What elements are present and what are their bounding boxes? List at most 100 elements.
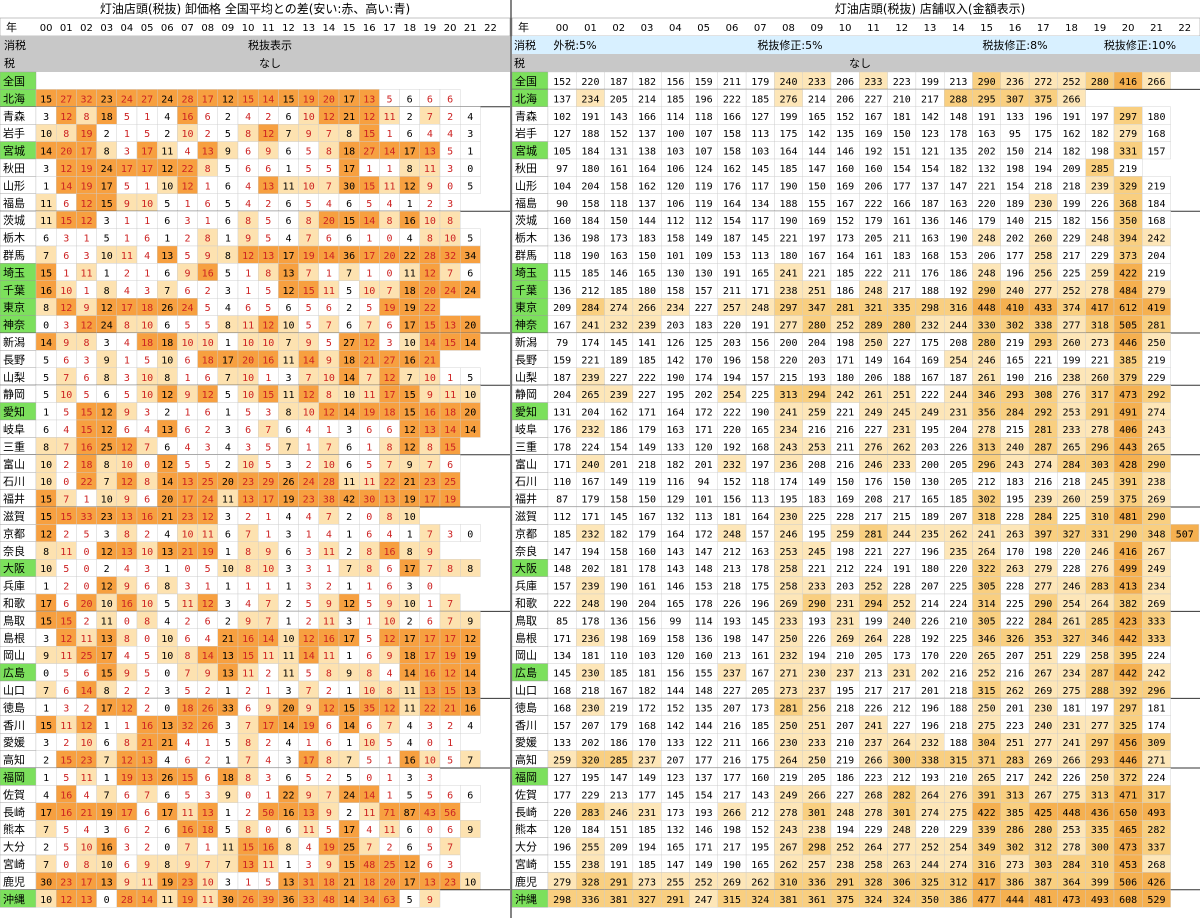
right-cell-value: 188 [949,703,967,714]
left-cell-value: 4 [285,512,291,523]
right-cell-value: 122 [695,738,713,749]
right-cell-value: 169 [921,355,939,366]
left-cell-value: 26 [242,895,254,906]
left-cell-value: 7 [447,599,453,610]
right-cell-value: 171 [836,355,854,366]
right-cell-value: 237 [638,756,656,767]
right-cell-value: 277 [1063,321,1081,332]
right-cell-value: 135 [695,703,713,714]
left-cell-value: 9 [63,338,69,349]
left-pref-label: 新潟 [3,335,25,349]
left-cell-value: 15 [40,512,52,523]
right-cell-value: 428 [1119,460,1137,471]
left-cell-value: 8 [164,582,170,593]
left-cell-value: 21 [363,355,375,366]
left-cell-value: 3 [447,529,453,540]
right-cell-value: 120 [666,181,684,192]
left-cell-value: 7 [326,512,332,523]
right-cell-value: 114 [666,112,684,123]
left-cell-value: 12 [363,112,375,123]
left-cell-value: 24 [161,94,173,105]
right-cell-value: 175 [921,338,939,349]
right-cell-value: 134 [553,651,571,662]
right-cell-value: 194 [836,825,854,836]
left-cell-value: 1 [366,582,372,593]
left-cell-value: 9 [124,495,130,506]
right-cell-value: 256 [1034,268,1052,279]
left-cell-value: 5 [346,773,352,784]
left-cell-value: 19 [444,495,456,506]
right-cell-value: 294 [808,390,826,401]
right-cell-value: 194 [808,651,826,662]
left-cell-value: 3 [43,164,49,175]
left-cell-value: 5 [265,442,271,453]
right-cell-value: 119 [695,181,713,192]
right-cell-value: 230 [581,669,599,680]
right-cell-value: 283 [581,808,599,819]
left-row-山梨: 山梨 5 7 6 8 3 10 8 1 6 7 10 1 3 7 10 14 7 12 7 10 1 5 [0,367,481,386]
left-cell-value: 1 [326,564,332,575]
left-cell-value: 7 [63,442,69,453]
left-row-徳島: 徳島 1 3 2 17 12 2 0 18 26 33 6 9 20 9 12 15 35 12 11 22 21 16 [0,698,481,717]
right-cell-value: 180 [1147,112,1165,123]
left-cell-value: 15 [424,321,436,332]
left-cell-value: 13 [141,773,153,784]
left-cell-value: 7 [306,373,312,384]
right-cell-value: 177 [723,773,741,784]
right-cell-value: 278 [1091,425,1109,436]
left-cell-value: 6 [285,425,291,436]
left-cell-value: 6 [346,460,352,471]
right-cell-value: 190 [581,251,599,262]
right-year-17: 17 [1037,23,1050,34]
left-row-鹿児: 鹿児 30 23 17 13 9 11 19 23 10 3 1 5 13 31 18 21 18 20 17 13 23… [0,872,481,891]
left-cell-value: 5 [265,303,271,314]
left-cell-value: 7 [366,321,372,332]
right-cell-value: 217 [893,286,911,297]
left-cell-value: 7 [225,860,231,871]
right-cell-value: 273 [780,686,798,697]
right-row-東京: 東京 209 284 274 266 234 227 257 248 297 347 281 321 33… [511,298,1171,316]
left-pref-label: 高知 [3,753,25,767]
right-cell-value: 155 [553,860,571,871]
right-cell-value: 481 [1119,512,1137,523]
right-cell-value: 242 [1147,234,1165,245]
left-table-diff: 灯油店頭(税抜) 卸価格 全国平均との差(安い:赤、高い:青) 年 00 01 02 0… [0,0,511,908]
right-cell-value: 165 [751,268,769,279]
right-cell-value: 240 [1006,286,1024,297]
right-cell-value: 336 [581,895,599,906]
right-cell-value: 302 [1006,843,1024,854]
left-cell-value: 6 [326,303,332,314]
left-cell-value: 16 [404,355,416,366]
right-cell-value: 204 [581,408,599,419]
right-cell-value: 312 [1034,843,1052,854]
right-cell-value: 224 [1147,651,1165,662]
left-cell-value: 8 [386,442,392,453]
right-cell-value: 254 [723,390,741,401]
right-cell-value: 320 [581,756,599,767]
right-cell-value: 262 [1006,686,1024,697]
left-cell-value: 6 [386,582,392,593]
right-cell-value: 170 [638,738,656,749]
right-cell-value: 207 [666,756,684,767]
left-cell-value: 5 [427,843,433,854]
right-cell-value: 162 [610,408,628,419]
left-cell-value: 1 [124,721,130,732]
left-cell-value: 0 [83,547,89,558]
left-row-滋賀: 滋賀 15 15 33 23 13 16 21 23 12 3 2 1 4 4 7 2 0 8 10 [0,506,421,525]
left-cell-value: 5 [366,599,372,610]
left-cell-value: 15 [40,268,52,279]
left-cell-value: 14 [80,686,92,697]
left-cell-value: 8 [124,634,130,645]
left-cell-value: 13 [161,547,173,558]
left-cell-value: 27 [343,338,355,349]
left-cell-value: 15 [444,338,456,349]
left-cell-value: 1 [205,843,211,854]
right-cell-value: 317 [1091,390,1109,401]
right-cell-value: 147 [553,547,571,558]
right-cell-value: 170 [921,651,939,662]
left-cell-value: 3 [104,338,110,349]
right-cell-value: 173 [751,703,769,714]
right-cell-value: 325 [921,877,939,888]
left-cell-value: 13 [282,268,294,279]
right-pref-label: 千葉 [515,283,537,297]
